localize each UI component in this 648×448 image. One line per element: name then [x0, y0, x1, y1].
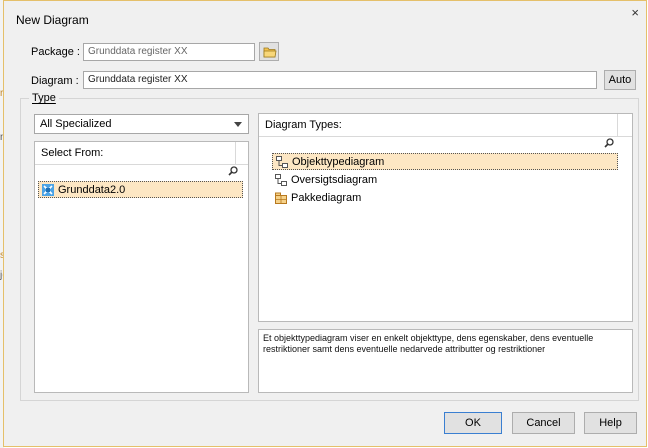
diagram-description: Et objekttypediagram viser en enkelt obj…: [258, 329, 633, 393]
class-diagram-icon: [276, 156, 288, 168]
ok-button[interactable]: OK: [444, 412, 502, 434]
filter-dropdown-value: All Specialized: [40, 118, 112, 130]
header-divider: [617, 114, 618, 136]
model-root-icon: [42, 184, 54, 196]
select-from-header: Select From:: [35, 142, 248, 165]
search-icon[interactable]: [228, 166, 238, 176]
filter-dropdown[interactable]: All Specialized: [34, 114, 249, 134]
search-icon[interactable]: [604, 138, 614, 148]
diagram-type-item[interactable]: Pakkediagram: [272, 190, 618, 207]
cancel-button[interactable]: Cancel: [512, 412, 575, 434]
diagram-type-item[interactable]: Oversigtsdiagram: [272, 172, 618, 189]
diagram-label: Diagram :: [31, 75, 79, 87]
diagram-name-input[interactable]: Grunddata register XX: [83, 71, 597, 89]
package-field[interactable]: Grunddata register XX: [83, 43, 255, 61]
diagram-types-list[interactable]: Diagram Types: Objekttypediagram Oversig…: [258, 113, 633, 322]
package-diagram-icon: [275, 192, 287, 204]
folder-icon: [263, 47, 277, 58]
chevron-down-icon: [234, 122, 242, 127]
package-label: Package :: [31, 46, 80, 58]
list-item-label: Grunddata2.0: [58, 184, 126, 196]
browse-package-button[interactable]: [259, 42, 279, 61]
diagram-type-label: Objekttypediagram: [292, 156, 385, 168]
type-group-label-text: Type: [32, 92, 56, 104]
header-divider: [235, 142, 236, 164]
dialog-title: New Diagram: [16, 13, 89, 27]
select-from-list[interactable]: Select From: Grunddata2.0: [34, 141, 249, 393]
class-diagram-icon: [275, 174, 287, 186]
help-button[interactable]: Help: [584, 412, 637, 434]
auto-button[interactable]: Auto: [604, 70, 636, 90]
new-diagram-dialog: New Diagram × Package : Grunddata regist…: [3, 0, 647, 447]
diagram-type-item[interactable]: Objekttypediagram: [272, 153, 618, 170]
diagram-type-label: Oversigtsdiagram: [291, 174, 378, 186]
type-group-label: Type: [29, 92, 59, 104]
close-icon[interactable]: ×: [631, 5, 639, 20]
diagram-type-label: Pakkediagram: [291, 192, 362, 204]
diagram-types-header: Diagram Types:: [259, 114, 632, 137]
list-item[interactable]: Grunddata2.0: [38, 181, 243, 198]
